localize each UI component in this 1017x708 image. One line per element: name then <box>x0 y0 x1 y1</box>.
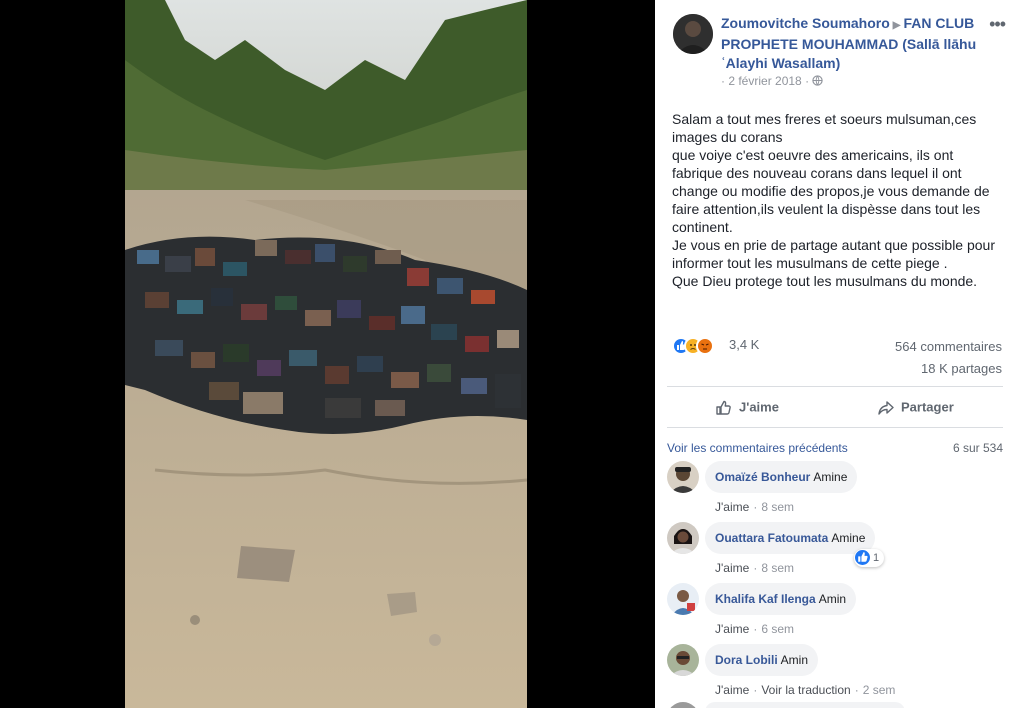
comment-time[interactable]: 8 sem <box>761 561 794 575</box>
view-previous-comments-link[interactable]: Voir les commentaires précédents <box>667 441 848 455</box>
post-title: Zoumovitche Soumahoro ▶ FAN CLUB PROPHETE … <box>721 14 983 73</box>
comment-like-link[interactable]: J'aime <box>715 683 749 697</box>
shares-count[interactable]: 18 K partages <box>921 361 1002 376</box>
comment-bubble: Khalifa Kaf Ilenga Amin <box>705 583 857 615</box>
post-message: Salam a tout mes freres et soeurs mulsum… <box>672 110 1002 290</box>
like-label: J'aime <box>739 399 779 415</box>
commenter-avatar[interactable] <box>667 583 699 615</box>
post-date[interactable]: 2 février 2018 <box>728 74 801 88</box>
comment-reaction-badge[interactable]: 1 <box>854 549 885 567</box>
photo-theater <box>0 0 655 708</box>
post-text-line: Je vous en prie de partage autant que po… <box>672 237 996 271</box>
post-panel: Zoumovitche Soumahoro ▶ FAN CLUB PROPHETE … <box>655 0 1017 708</box>
separator: · <box>753 561 758 575</box>
commenter-name[interactable]: Omaïzé Bonheur <box>715 470 810 484</box>
thumbs-up-icon <box>715 399 739 415</box>
author-name[interactable]: Zoumovitche Soumahoro <box>721 15 890 31</box>
commenter-name[interactable]: Dora Lobili <box>715 653 778 667</box>
separator: · <box>753 683 758 697</box>
comment-text: Amin <box>780 653 809 667</box>
comment-time[interactable]: 2 sem <box>863 683 896 697</box>
comment-time[interactable]: 8 sem <box>761 500 794 514</box>
comment-time[interactable]: 6 sem <box>761 622 794 636</box>
post-text-line: que voiye c'est oeuvre des americains, i… <box>672 147 990 235</box>
share-label: Partager <box>901 399 954 415</box>
comment-actions: J'aime · 8 sem <box>715 500 794 514</box>
like-button[interactable]: J'aime <box>715 399 779 417</box>
commenter-name[interactable]: Ouattara Fatoumata <box>715 531 828 545</box>
comment-bubble <box>705 702 905 708</box>
comment-text: Amine <box>813 470 848 484</box>
separator: · <box>854 683 859 697</box>
more-options-icon[interactable]: ••• <box>989 14 1006 35</box>
separator: · <box>753 622 758 636</box>
commenter-name[interactable]: Khalifa Kaf Ilenga <box>715 592 816 606</box>
photo-illustration <box>125 0 527 708</box>
post-text-line: Salam a tout mes freres et soeurs mulsum… <box>672 111 977 145</box>
reaction-count[interactable]: 3,4 K <box>729 337 759 352</box>
post-text-line: Que Dieu protege tout les musulmans du m… <box>672 273 978 289</box>
comments-pager: 6 sur 534 <box>952 441 1003 455</box>
commenter-avatar[interactable] <box>667 461 699 493</box>
reactions-summary: 3,4 K 564 commentaires 18 K partages <box>672 336 1002 376</box>
comment-actions: J'aime · Voir la traduction · 2 sem <box>715 683 895 697</box>
comments-count[interactable]: 564 commentaires <box>895 339 1002 354</box>
comment-like-link[interactable]: J'aime <box>715 500 749 514</box>
reaction-icons[interactable] <box>672 337 714 355</box>
post-photo[interactable] <box>125 0 527 708</box>
post-meta: · 2 février 2018 · <box>721 74 824 88</box>
comment-reaction-count: 1 <box>873 552 880 564</box>
commenter-avatar[interactable] <box>667 522 699 554</box>
globe-icon <box>812 74 824 88</box>
meta-separator: · <box>801 74 813 88</box>
see-translation-link[interactable]: Voir la traduction <box>761 683 850 697</box>
comment-bubble: Dora Lobili Amin <box>705 644 819 676</box>
comment-bubble: Omaïzé Bonheur Amine <box>705 461 858 493</box>
angry-reaction-icon <box>696 337 714 355</box>
like-reaction-icon <box>855 549 870 565</box>
share-button[interactable]: Partager <box>877 399 954 417</box>
commenter-avatar[interactable] <box>667 644 699 676</box>
separator: · <box>753 500 758 514</box>
post-actions: J'aime Partager <box>667 386 1003 428</box>
comment-like-link[interactable]: J'aime <box>715 622 749 636</box>
comment-actions: J'aime · 6 sem <box>715 622 794 636</box>
comment-text: Amine <box>831 531 866 545</box>
comment-bubble: Ouattara Fatoumata Amine <box>705 522 876 554</box>
commenter-avatar[interactable] <box>667 702 699 708</box>
comment-text: Amin <box>818 592 847 606</box>
author-avatar[interactable] <box>673 14 713 54</box>
arrow-right-icon: ▶ <box>892 20 901 31</box>
comment-like-link[interactable]: J'aime <box>715 561 749 575</box>
comment-actions: J'aime · 8 sem <box>715 561 794 575</box>
share-arrow-icon <box>877 399 901 415</box>
